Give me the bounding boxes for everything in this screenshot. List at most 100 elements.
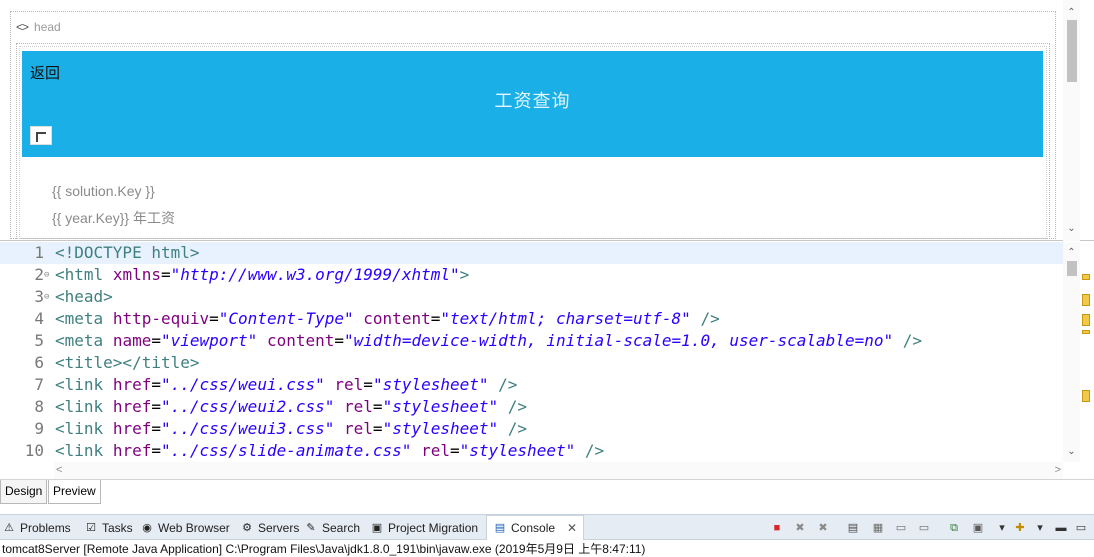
web-browser-icon: ◉ xyxy=(142,521,152,534)
line-number: 10 xyxy=(24,441,44,460)
clear-console-icon[interactable]: ▦ xyxy=(871,521,885,535)
code-line[interactable]: 10 <link href="../css/slide-animate.css" … xyxy=(0,440,1063,462)
editor-horizontal-scrollbar[interactable]: < > xyxy=(54,462,1063,479)
code-text: <link href="../css/weui3.css" rel="style… xyxy=(55,418,527,440)
open-console-icon[interactable]: ▾ xyxy=(995,521,1009,535)
image-placeholder-icon[interactable] xyxy=(30,126,52,145)
source-editor[interactable]: 1 <!DOCTYPE html> 2 ⊖ <html xmlns="http://ww… xyxy=(0,242,1063,462)
page-header-bar[interactable]: 返回 工资查询 xyxy=(22,51,1043,157)
code-line[interactable]: 2 ⊖ <html xmlns="http://www.w3.org/1999/xh… xyxy=(0,264,1063,286)
code-line[interactable]: 5 <meta name="viewport" content="width=de… xyxy=(0,330,1063,352)
view-tab-tasks[interactable]: ☑ Tasks xyxy=(84,515,133,540)
code-token-tag: /> xyxy=(584,441,605,460)
code-line[interactable]: 9 <link href="../css/weui3.css" rel="styl… xyxy=(0,418,1063,440)
code-text: <link href="../css/weui.css" rel="styles… xyxy=(55,374,517,396)
scrollbar-thumb[interactable] xyxy=(1067,20,1077,82)
display-console-icon[interactable]: ▣ xyxy=(971,521,985,535)
line-number: 4 xyxy=(34,309,44,328)
search-icon: ✎ xyxy=(306,521,316,534)
code-token-txt: = xyxy=(372,397,383,416)
view-tab-web-browser[interactable]: ◉ Web Browser xyxy=(140,515,230,540)
code-text: <html xmlns="http://www.w3.org/1999/xhtm… xyxy=(55,264,469,286)
code-token-txt: = xyxy=(449,441,460,460)
code-text: <head> xyxy=(55,286,113,308)
code-text: <meta http-equiv="Content-Type" content=… xyxy=(55,308,720,330)
scroll-up-arrow-icon[interactable]: ⌃ xyxy=(1063,244,1080,261)
code-token-attr: href xyxy=(112,419,152,438)
scroll-down-arrow-icon[interactable]: ⌄ xyxy=(1063,443,1080,460)
close-tab-icon[interactable]: ✕ xyxy=(567,521,577,535)
terminate-icon[interactable]: ■ xyxy=(770,521,784,535)
scroll-left-arrow-icon[interactable]: < xyxy=(56,462,62,479)
view-tab-label: Search xyxy=(322,520,361,535)
remove-launch-icon[interactable]: ✖ xyxy=(793,521,807,535)
annotation-marker[interactable] xyxy=(1082,274,1090,280)
remove-all-icon[interactable]: ✖ xyxy=(816,521,830,535)
show-when-stderr-icon[interactable]: ▭ xyxy=(917,521,931,535)
code-token-tag: <meta xyxy=(55,331,104,350)
fold-toggle-icon[interactable]: ⊖ xyxy=(44,286,54,308)
code-token-str: "stylesheet" xyxy=(382,397,499,416)
view-tab-servers[interactable]: ⚙ Servers xyxy=(240,515,299,540)
scrollbar-thumb[interactable] xyxy=(1067,261,1077,276)
back-link[interactable]: 返回 xyxy=(30,62,60,83)
code-line[interactable]: 7 <link href="../css/weui.css" rel="style… xyxy=(0,374,1063,396)
code-token-attr: name xyxy=(112,331,152,350)
tab-preview[interactable]: Preview xyxy=(48,480,101,504)
code-line[interactable]: 6 <title></title> xyxy=(0,352,1063,374)
view-menu-icon[interactable]: ✚ xyxy=(1013,521,1027,535)
fold-toggle-icon[interactable]: ⊖ xyxy=(44,264,54,286)
code-line[interactable]: 3 ⊖ <head> xyxy=(0,286,1063,308)
annotation-marker[interactable] xyxy=(1082,390,1090,402)
tab-design[interactable]: Design xyxy=(0,480,48,504)
view-tab-console[interactable]: ▤ Console ✕ xyxy=(486,515,585,540)
annotation-marker[interactable] xyxy=(1082,294,1090,306)
code-token-tag: <link xyxy=(55,419,104,438)
head-tag-label: <> head xyxy=(16,20,61,34)
design-vertical-scrollbar[interactable]: ⌃ ⌄ xyxy=(1063,0,1080,241)
code-token-txt: = xyxy=(430,309,441,328)
code-line[interactable]: 1 <!DOCTYPE html> xyxy=(0,242,1063,264)
view-tab-project-migration[interactable]: ▣ Project Migration xyxy=(370,515,478,540)
scroll-right-arrow-icon[interactable]: > xyxy=(1055,462,1061,479)
annotation-marker[interactable] xyxy=(1082,314,1090,326)
code-token-str: "stylesheet" xyxy=(382,419,499,438)
code-token-tag: /> xyxy=(902,331,923,350)
view-tab-label: Web Browser xyxy=(158,520,230,535)
scroll-lock-icon[interactable]: ▤ xyxy=(846,521,860,535)
views-tab-bar: ⚠ Problems ☑ Tasks ◉ Web Browser ⚙ Servers ✎ Sear… xyxy=(0,514,1094,540)
editor-mode-tabs: Design Preview xyxy=(0,479,1094,504)
editor-vertical-scrollbar[interactable]: ⌃ ⌄ xyxy=(1063,242,1080,462)
overview-ruler[interactable] xyxy=(1080,242,1094,462)
minimize-icon[interactable]: ▾ xyxy=(1033,521,1047,535)
maximize-icon[interactable]: ▬ xyxy=(1054,521,1068,535)
view-tab-problems[interactable]: ⚠ Problems xyxy=(2,515,71,540)
scroll-up-arrow-icon[interactable]: ⌃ xyxy=(1063,4,1080,21)
annotation-marker[interactable] xyxy=(1082,330,1090,334)
view-tab-search[interactable]: ✎ Search xyxy=(304,515,360,540)
code-line[interactable]: 4 <meta http-equiv="Content-Type" content… xyxy=(0,308,1063,330)
line-number: 1 xyxy=(34,243,44,262)
code-token-txt: = xyxy=(151,419,161,438)
scroll-down-arrow-icon[interactable]: ⌄ xyxy=(1063,220,1080,237)
code-token-str: "viewport" xyxy=(160,331,258,350)
code-line[interactable]: 8 <link href="../css/weui2.css" rel="styl… xyxy=(0,396,1063,418)
code-token-tag: <link xyxy=(55,441,104,460)
code-token-str: "../css/weui.css" xyxy=(160,375,325,394)
code-token-attr: content xyxy=(363,309,431,328)
maximize-icon[interactable]: ▭ xyxy=(1074,521,1088,535)
show-when-stdout-icon[interactable]: ▭ xyxy=(894,521,908,535)
code-token-attr: http-equiv xyxy=(112,309,210,328)
pin-console-icon[interactable]: ⧉ xyxy=(947,521,961,535)
